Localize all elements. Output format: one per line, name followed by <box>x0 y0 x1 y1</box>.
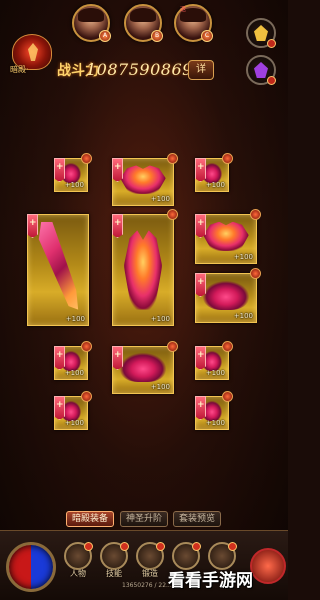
notification-dot <box>250 268 261 279</box>
armor-icon <box>123 230 163 310</box>
crown-icon <box>120 165 166 194</box>
upgrade-tag <box>112 346 123 370</box>
sword-icon <box>38 221 79 310</box>
avatar-badge: B <box>151 30 163 42</box>
gold-gem-icon <box>254 25 268 41</box>
necklace-slot[interactable]: +100 <box>195 153 233 192</box>
notification-dot <box>84 542 93 551</box>
robe-icon <box>120 353 166 382</box>
bonus-label: +100 <box>205 369 225 377</box>
skill-label: 技能 <box>106 569 122 578</box>
watermark-logo: 看看手游网 <box>168 571 253 591</box>
notification-dot <box>228 542 237 551</box>
upgrade-tag <box>54 346 65 370</box>
robe-slot[interactable]: +100 <box>112 341 178 394</box>
helmet-slot[interactable]: +100 <box>54 153 92 192</box>
purple-gem-orb[interactable] <box>246 55 276 85</box>
ring-right-slot[interactable]: +100 <box>195 391 233 430</box>
notification-dot <box>167 341 178 352</box>
crown-slot[interactable]: +100 <box>112 153 178 206</box>
upgrade-tag <box>195 214 206 238</box>
avatar-taoist[interactable]: 退 C <box>174 4 213 42</box>
bonus-label: +100 <box>233 253 253 261</box>
notification-dot <box>192 542 201 551</box>
tab-set-preview[interactable]: 套装预览 <box>173 511 222 527</box>
notification-dot <box>120 542 129 551</box>
character-label: 人物 <box>70 569 86 578</box>
bonus-label: +100 <box>150 383 170 391</box>
weapon-slot[interactable]: +100 <box>27 214 89 326</box>
medal-slot[interactable]: +100 <box>195 209 261 264</box>
upgrade-tag <box>195 273 206 297</box>
bonus-label: +100 <box>233 312 253 320</box>
power-value: 1087590869 <box>86 60 193 79</box>
bonus-label: +100 <box>64 181 84 189</box>
bonus-label: +100 <box>205 419 225 427</box>
hair-shape <box>130 8 156 22</box>
bonus-label: +100 <box>64 419 84 427</box>
bonus-label: +100 <box>150 315 170 323</box>
notification-dot <box>81 391 92 402</box>
mask-icon <box>203 221 249 252</box>
notification-dot <box>81 153 92 164</box>
avatar-tag: 退 <box>180 6 187 13</box>
bonus-label: +100 <box>150 195 170 203</box>
notification-dot <box>250 209 261 220</box>
purple-gem-icon <box>254 62 268 78</box>
notification-dot <box>167 209 178 220</box>
avatar-mage[interactable]: B <box>124 4 163 42</box>
forge-button[interactable] <box>136 542 165 570</box>
tab-divine-upgrade[interactable]: 神圣升阶 <box>120 511 169 527</box>
avatar-badge: A <box>99 30 111 42</box>
avatar-warrior[interactable]: A <box>72 4 111 42</box>
character-button[interactable] <box>64 542 93 570</box>
hp-mp-orb <box>6 542 56 592</box>
notification-dot <box>267 76 276 85</box>
top-bar: A B 退 C 暗殿· 战斗力 1087590869 详 <box>0 0 288 92</box>
detail-button[interactable]: 详 <box>188 60 214 80</box>
bonus-label: +100 <box>205 181 225 189</box>
shield-icon <box>203 280 249 311</box>
tab-dark-equipment[interactable]: 暗殿装备 <box>66 511 115 527</box>
upgrade-tag <box>27 214 38 238</box>
upgrade-tag <box>195 396 206 420</box>
upgrade-tag <box>54 396 65 420</box>
skill-button[interactable] <box>100 542 129 570</box>
bracelet-left-slot[interactable]: +100 <box>54 341 92 380</box>
hair-shape <box>78 8 104 22</box>
upgrade-tag <box>54 158 65 182</box>
ring-left-slot[interactable]: +100 <box>54 391 92 430</box>
realm-label: 暗殿· <box>10 65 29 74</box>
upgrade-tag <box>195 346 206 370</box>
notification-dot <box>222 153 233 164</box>
bonus-label: +100 <box>64 369 84 377</box>
upgrade-tag <box>112 158 123 182</box>
notification-dot <box>222 391 233 402</box>
shield-slot[interactable]: +100 <box>195 268 261 323</box>
upgrade-tag <box>112 214 123 238</box>
armor-slot[interactable]: +100 <box>112 209 178 326</box>
notification-dot <box>81 341 92 352</box>
bonus-label: +100 <box>65 315 85 323</box>
notification-dot <box>267 39 276 48</box>
notification-dot <box>222 341 233 352</box>
gold-gem-orb[interactable] <box>246 18 276 48</box>
upgrade-tag <box>195 158 206 182</box>
exp-readout: 13650276 / 22... <box>122 582 172 589</box>
bracelet-right-slot[interactable]: +100 <box>195 341 233 380</box>
notification-dot <box>156 542 165 551</box>
notification-dot <box>167 153 178 164</box>
avatar-badge: C <box>201 30 213 42</box>
forge-label: 锻造 <box>142 569 158 578</box>
attack-button[interactable] <box>250 548 286 584</box>
